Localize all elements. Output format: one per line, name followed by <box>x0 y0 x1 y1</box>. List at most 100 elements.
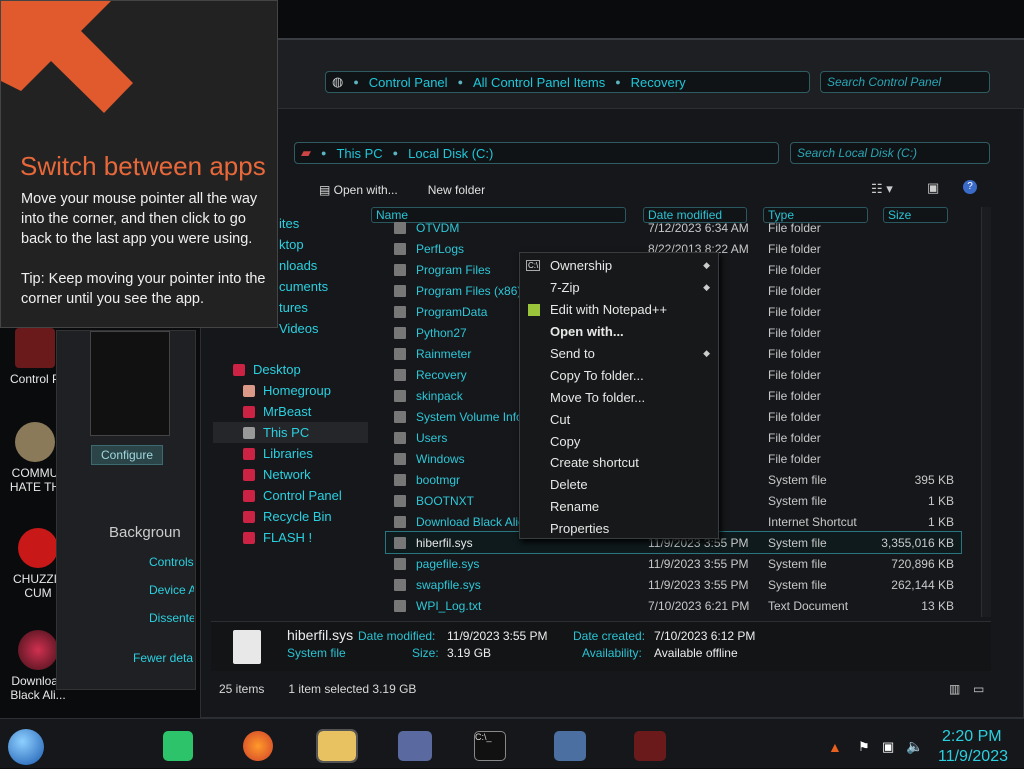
breadcrumb-separator: ● <box>392 148 399 158</box>
breadcrumb-this-pc[interactable]: This PC <box>336 146 382 161</box>
nav-pictures[interactable]: tures <box>279 297 328 318</box>
menu-item-label: Create shortcut <box>550 455 639 471</box>
nav-item-mrbeast[interactable]: MrBeast <box>213 401 368 422</box>
details-filename: hiberfil.sys <box>287 627 354 643</box>
explorer-address-bar[interactable]: ▰ ● This PC ● Local Disk (C:) <box>294 142 779 164</box>
context-menu-item-ownership[interactable]: C:\ Ownership ◆ <box>520 255 718 277</box>
new-folder-button[interactable]: New folder <box>428 183 485 197</box>
file-explorer-icon[interactable] <box>316 729 358 763</box>
device-link[interactable]: Device A <box>149 583 194 597</box>
notes-app-icon[interactable] <box>163 731 193 761</box>
context-menu-item-create-shortcut[interactable]: Create shortcut <box>520 452 718 474</box>
context-menu-item-copy-to-folder[interactable]: Copy To folder... <box>520 364 718 386</box>
file-row[interactable]: swapfile.sys 11/9/2023 3:55 PM System file… <box>386 574 961 595</box>
preview-pane-icon[interactable]: ▣ <box>927 180 939 196</box>
context-menu-item-cut[interactable]: Cut <box>520 408 718 430</box>
context-menu-item-7-zip[interactable]: 7-Zip ◆ <box>520 277 718 299</box>
details-date-modified-label: Date modified: <box>358 629 436 643</box>
file-row[interactable]: OTVDM 7/12/2023 6:34 AM File folder <box>386 217 961 238</box>
details-view-icon[interactable]: ▥ <box>949 682 960 696</box>
file-row[interactable]: pagefile.sys 11/9/2023 3:55 PM System file… <box>386 553 961 574</box>
nav-label: MrBeast <box>263 404 312 419</box>
view-options-icon[interactable]: ☷ ▾ <box>871 181 893 197</box>
address-icon: ◍ <box>332 74 344 89</box>
drive-icon: ▰ <box>301 145 311 160</box>
breadcrumb-all-items[interactable]: All Control Panel Items <box>473 75 605 90</box>
firefox-icon[interactable] <box>243 731 273 761</box>
tiles-view-icon[interactable]: ▭ <box>973 682 984 696</box>
clock-date[interactable]: 11/9/2023 <box>938 748 1008 766</box>
desktop-icon-label: Control P <box>9 372 61 386</box>
file-type: File folder <box>768 388 821 403</box>
security-icon[interactable]: ⚑ <box>858 739 870 755</box>
volume-icon[interactable]: 🔈 <box>906 738 923 755</box>
item-count: 25 items <box>219 682 265 696</box>
configure-button[interactable]: Configure <box>91 445 163 465</box>
nav-desktop-fav[interactable]: ktop <box>279 234 328 255</box>
dissente-link[interactable]: Dissente <box>149 611 194 625</box>
context-menu-item-rename[interactable]: Rename <box>520 496 718 518</box>
menu-item-label: Edit with Notepad++ <box>550 302 668 318</box>
file-size: 3,355,016 KB <box>881 535 954 550</box>
open-with-button[interactable]: ▤ Open with... <box>319 183 398 197</box>
nav-item-control-panel[interactable]: Control Panel <box>213 485 368 506</box>
breadcrumb-recovery[interactable]: Recovery <box>631 75 686 90</box>
taskbar: C:\_ ▲ ⚑ ▣ 🔈 2:20 PM 11/9/2023 <box>0 718 1024 768</box>
file-date: 7/10/2023 6:21 PM <box>648 598 750 613</box>
menu-item-label: Open with... <box>550 324 624 340</box>
nav-item-network[interactable]: Network <box>213 464 368 485</box>
breadcrumb-control-panel[interactable]: Control Panel <box>369 75 448 90</box>
flag-icon[interactable]: ▲ <box>828 739 842 755</box>
context-menu-item-move-to-folder[interactable]: Move To folder... <box>520 386 718 408</box>
money-bag-icon <box>15 422 55 462</box>
file-type: System file <box>768 535 827 550</box>
file-type: File folder <box>768 367 821 382</box>
folder-icon <box>394 389 406 402</box>
context-menu-item-edit-with-notepad[interactable]: Edit with Notepad++ <box>520 299 718 321</box>
fewer-details-link[interactable]: Fewer deta <box>133 651 193 665</box>
nav-videos[interactable]: Videos <box>279 318 328 339</box>
file-type: System file <box>768 493 827 508</box>
context-menu-item-open-with[interactable]: Open with... <box>520 321 718 343</box>
nav-label: Libraries <box>263 446 313 461</box>
command-prompt-icon[interactable]: C:\_ <box>474 731 506 761</box>
network-tray-icon[interactable]: ▣ <box>882 739 894 755</box>
nav-downloads[interactable]: nloads <box>279 255 328 276</box>
control-panel-address-bar[interactable]: ◍ ● Control Panel ● All Control Panel It… <box>325 71 810 93</box>
nav-item-libraries[interactable]: Libraries <box>213 443 368 464</box>
folder-icon <box>394 284 406 297</box>
help-icon[interactable]: ? <box>963 180 977 194</box>
nav-item-recycle-bin[interactable]: Recycle Bin <box>213 506 368 527</box>
file-row[interactable]: WPI_Log.txt 7/10/2023 6:21 PM Text Documen… <box>386 595 961 616</box>
nav-item-this-pc[interactable]: This PC <box>213 422 368 443</box>
nav-item-desktop[interactable]: Desktop <box>213 359 368 380</box>
control-panel-search-input[interactable]: Search Control Panel <box>820 71 990 93</box>
recycle-bin-icon <box>243 510 255 523</box>
nav-favorites[interactable]: ites <box>279 213 328 234</box>
control-panel-icon[interactable] <box>398 731 432 761</box>
monitor-icon[interactable] <box>554 731 586 761</box>
tip-hint: Tip: Keep moving your pointer into the c… <box>21 271 266 307</box>
controls-link[interactable]: Controls <box>149 555 194 569</box>
file-icon <box>394 536 406 549</box>
context-menu-item-send-to[interactable]: Send to ◆ <box>520 343 718 365</box>
user-folder-icon <box>243 405 255 418</box>
context-menu-item-delete[interactable]: Delete <box>520 474 718 496</box>
file-type: File folder <box>768 325 821 340</box>
nav-item-flash[interactable]: FLASH ! <box>213 527 368 548</box>
clock-time[interactable]: 2:20 PM <box>942 728 1002 746</box>
vertical-scrollbar[interactable] <box>981 207 991 617</box>
details-availability-label: Availability: <box>582 646 642 660</box>
start-orb-icon[interactable] <box>8 729 44 765</box>
explorer-search-input[interactable]: Search Local Disk (C:) <box>790 142 990 164</box>
alien-icon[interactable] <box>634 731 666 761</box>
status-bar: 25 items 1 item selected 3.19 GB <box>211 679 991 699</box>
context-menu-item-properties[interactable]: Properties <box>520 518 718 540</box>
nav-label: Control Panel <box>263 488 342 503</box>
breadcrumb-local-disk[interactable]: Local Disk (C:) <box>408 146 493 161</box>
context-menu-item-copy[interactable]: Copy <box>520 430 718 452</box>
tip-body: Move your mouse pointer all the way into… <box>21 191 258 247</box>
desktop-icon-label: COMMU HATE TH <box>9 466 61 494</box>
nav-documents[interactable]: cuments <box>279 276 328 297</box>
nav-item-homegroup[interactable]: Homegroup <box>213 380 368 401</box>
